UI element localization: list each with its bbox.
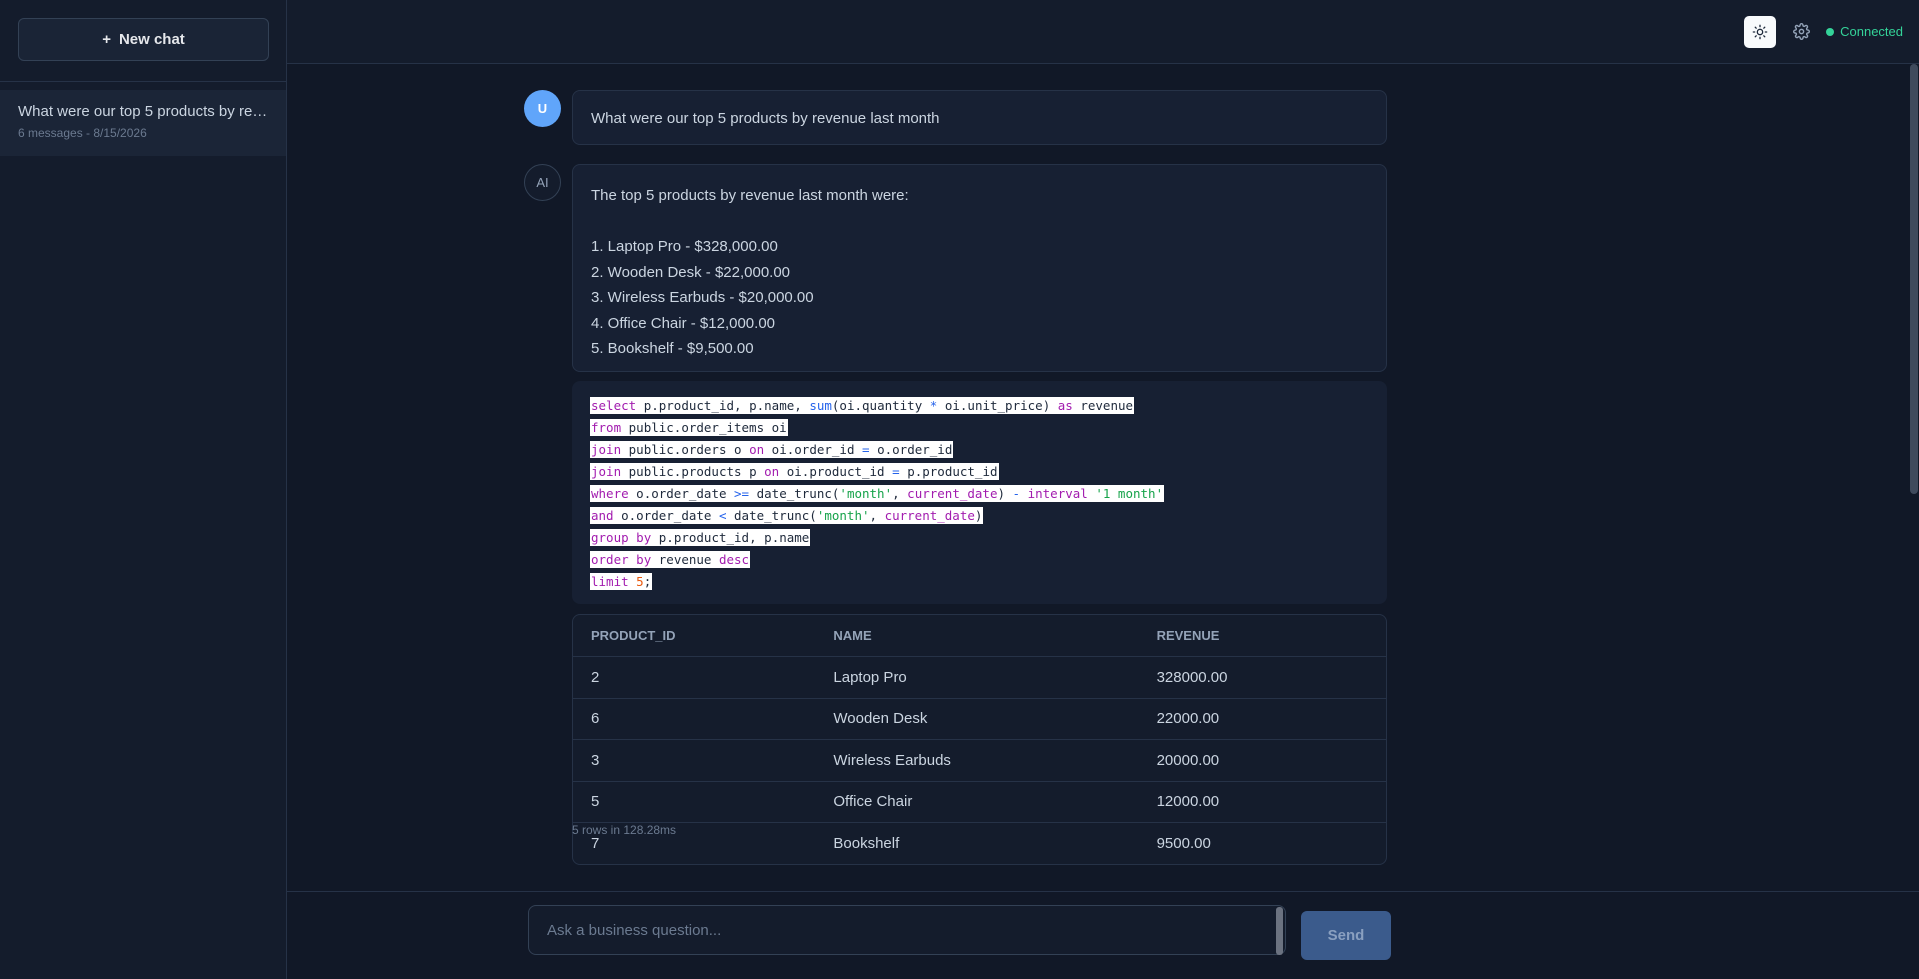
new-chat-label: New chat	[118, 31, 185, 48]
sidebar-header: + New chat	[0, 0, 286, 82]
table-row: 6 Wooden Desk 22000.00	[573, 697, 1386, 740]
table-row: 5 Office Chair 12000.00	[573, 780, 1386, 823]
sql-code-block: select p.product_id, p.name, sum(oi.quan…	[572, 381, 1387, 604]
chat-history-item[interactable]: What were our top 5 products by revenue …	[0, 90, 286, 156]
sql-line: select p.product_id, p.name, sum(oi.quan…	[590, 395, 1369, 417]
status-dot-icon	[1826, 27, 1835, 36]
ai-avatar: AI	[524, 164, 561, 201]
ai-answer-lead: The top 5 products by revenue last month…	[591, 187, 909, 204]
column-header-name: NAME	[833, 628, 872, 643]
user-avatar: U	[524, 90, 561, 127]
ai-answer-bubble: The top 5 products by revenue last month…	[572, 164, 1387, 372]
cell-name: Bookshelf	[833, 834, 900, 852]
cell-product-id: 7	[591, 834, 600, 852]
sql-code-text: where o.order_date >= date_trunc('month'…	[590, 485, 1165, 502]
column-header-product-id: PRODUCT_ID	[591, 628, 676, 643]
user-message-bubble: What were our top 5 products by revenue …	[572, 90, 1387, 145]
table-header-row: PRODUCT_ID NAME REVENUE	[573, 615, 1386, 656]
theme-toggle-button[interactable]	[1744, 15, 1777, 48]
status-label: Connected	[1840, 24, 1903, 39]
sql-code-text: select p.product_id, p.name, sum(oi.quan…	[590, 397, 1135, 414]
column-header-revenue: REVENUE	[1156, 628, 1220, 643]
cell-name: Wooden Desk	[833, 710, 928, 728]
sql-line: where o.order_date >= date_trunc('month'…	[590, 483, 1369, 505]
sidebar: + New chat What were our top 5 products …	[0, 0, 287, 979]
sql-line: join public.products p on oi.product_id …	[590, 461, 1369, 483]
table-row: 7 Bookshelf 9500.00	[573, 822, 1386, 864]
sql-code-text: and o.order_date < date_trunc('month', c…	[590, 507, 984, 524]
ai-answer-item: 4. Office Chair - $12,000.00	[591, 314, 775, 332]
sql-code-text: from public.order_items oi	[590, 419, 788, 436]
sql-line: limit 5;	[590, 571, 1369, 593]
main-panel: Connected U What were our top 5 products…	[287, 0, 1919, 979]
cell-product-id: 5	[591, 793, 600, 811]
composer: Send	[287, 891, 1919, 979]
gear-icon	[1792, 23, 1810, 40]
send-button[interactable]: Send	[1301, 911, 1391, 960]
sql-code-text: join public.products p on oi.product_id …	[590, 463, 999, 480]
chat-history-list: What were our top 5 products by revenue …	[0, 82, 286, 156]
conversation-scrollbar[interactable]	[1910, 64, 1918, 494]
sql-line: group by p.product_id, p.name	[590, 527, 1369, 549]
ai-message: AI The top 5 products by revenue last mo…	[524, 164, 1387, 891]
cell-product-id: 2	[591, 668, 600, 686]
connection-status: Connected	[1826, 24, 1903, 39]
input-scrollbar[interactable]	[1276, 907, 1283, 955]
sql-line: join public.orders o on oi.order_id = o.…	[590, 439, 1369, 461]
sql-code-text: group by p.product_id, p.name	[590, 529, 811, 546]
sql-code-text: order by revenue desc	[590, 551, 751, 568]
chat-history-meta: 6 messages - 8/15/2026	[18, 126, 147, 140]
new-chat-button[interactable]: + New chat	[18, 18, 269, 61]
result-table: PRODUCT_ID NAME REVENUE 2 Laptop Pro 328…	[572, 614, 1387, 865]
ai-answer-item: 5. Bookshelf - $9,500.00	[591, 340, 754, 357]
query-stats: 5 rows in 128.28ms	[572, 823, 677, 837]
cell-revenue: 22000.00	[1156, 710, 1220, 728]
ai-answer-item: 2. Wooden Desk - $22,000.00	[591, 263, 791, 281]
sql-code-text: limit 5;	[590, 573, 653, 590]
conversation-area: U What were our top 5 products by revenu…	[287, 64, 1919, 891]
cell-revenue: 9500.00	[1156, 834, 1211, 852]
question-input[interactable]	[547, 921, 1267, 939]
sql-code-text: join public.orders o on oi.order_id = o.…	[590, 441, 954, 458]
sql-line: order by revenue desc	[590, 549, 1369, 571]
user-message: U What were our top 5 products by revenu…	[524, 90, 1387, 146]
cell-revenue: 12000.00	[1156, 793, 1220, 811]
table-row: 2 Laptop Pro 328000.00	[573, 656, 1386, 698]
plus-icon: +	[102, 31, 111, 48]
cell-name: Office Chair	[833, 793, 913, 811]
cell-revenue: 20000.00	[1156, 751, 1220, 769]
settings-button[interactable]	[1790, 21, 1812, 43]
chat-history-title: What were our top 5 products by revenue …	[18, 103, 273, 120]
app-window: + New chat What were our top 5 products …	[0, 0, 1919, 979]
sql-line: and o.order_date < date_trunc('month', c…	[590, 505, 1369, 527]
ai-answer-item: 3. Wireless Earbuds - $20,000.00	[591, 289, 814, 306]
question-input-wrapper	[528, 905, 1286, 955]
cell-name: Laptop Pro	[833, 668, 907, 686]
cell-product-id: 6	[591, 710, 600, 728]
sun-icon	[1752, 24, 1768, 39]
cell-revenue: 328000.00	[1156, 668, 1228, 686]
cell-name: Wireless Earbuds	[833, 751, 951, 769]
cell-product-id: 3	[591, 751, 600, 769]
top-bar: Connected	[287, 0, 1919, 64]
sql-line: from public.order_items oi	[590, 417, 1369, 439]
ai-answer-item: 1. Laptop Pro - $328,000.00	[591, 238, 778, 255]
table-row: 3 Wireless Earbuds 20000.00	[573, 739, 1386, 781]
